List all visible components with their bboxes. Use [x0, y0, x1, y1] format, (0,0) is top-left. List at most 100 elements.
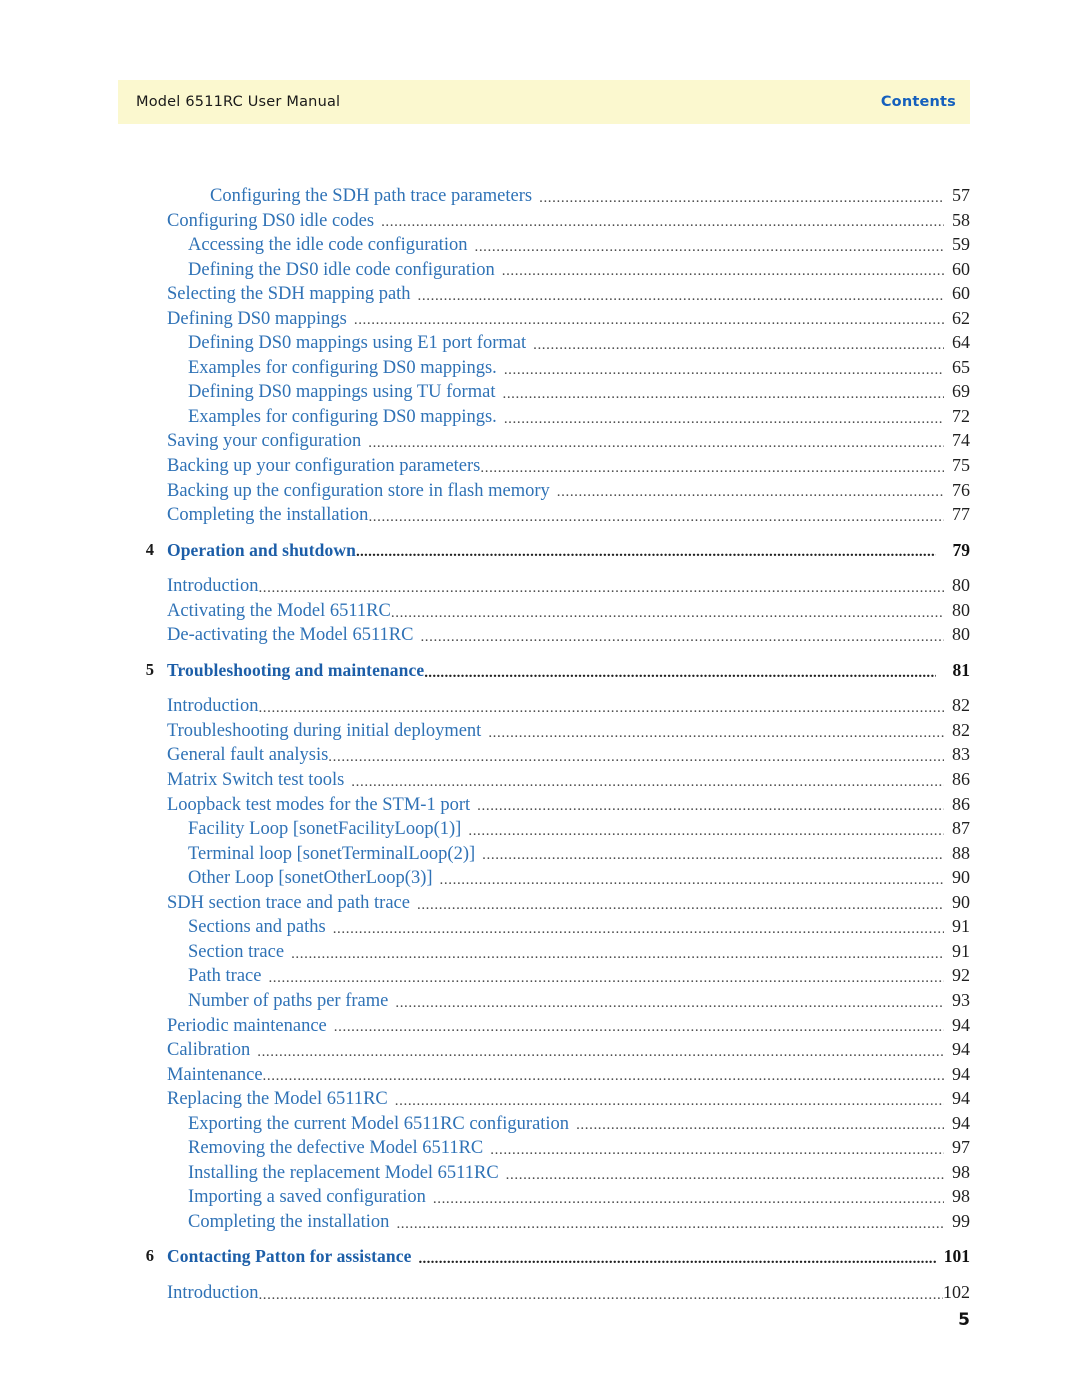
toc-page-number[interactable]: 80	[944, 600, 970, 621]
toc-entry-label[interactable]: Backing up the configuration store in fl…	[118, 481, 557, 502]
toc-entry-label[interactable]: Saving your configuration	[118, 431, 368, 452]
toc-entry-label[interactable]: Contacting Patton for assistance	[118, 1246, 418, 1267]
toc-entry-row[interactable]: Backing up the configuration store in fl…	[118, 480, 970, 505]
toc-entry-label[interactable]: Examples for configuring DS0 mappings.	[118, 407, 504, 428]
toc-page-number[interactable]: 94	[944, 1064, 970, 1085]
toc-entry-row[interactable]: Maintenance 94	[118, 1064, 970, 1089]
toc-page-number[interactable]: 83	[944, 744, 970, 765]
toc-entry-row[interactable]: Importing a saved configuration 98	[118, 1186, 970, 1211]
toc-entry-label[interactable]: Loopback test modes for the STM-1 port	[118, 795, 477, 816]
toc-entry-row[interactable]: Completing the installation 77	[118, 504, 970, 529]
toc-entry-row[interactable]: Defining DS0 mappings 62	[118, 308, 970, 333]
toc-entry-label[interactable]: Defining DS0 mappings	[118, 309, 354, 330]
toc-page-number[interactable]: 92	[944, 965, 970, 986]
toc-entry-label[interactable]: Exporting the current Model 6511RC confi…	[118, 1114, 576, 1135]
toc-page-number[interactable]: 91	[944, 941, 970, 962]
toc-entry-label[interactable]: Section trace	[118, 942, 291, 963]
toc-page-number[interactable]: 94	[944, 1088, 970, 1109]
toc-page-number[interactable]: 90	[944, 892, 970, 913]
toc-entry-row[interactable]: Examples for configuring DS0 mappings. 72	[118, 406, 970, 431]
toc-entry-row[interactable]: Terminal loop [sonetTerminalLoop(2)] 88	[118, 843, 970, 868]
toc-page-number[interactable]: 91	[944, 916, 970, 937]
toc-page-number[interactable]: 75	[944, 455, 970, 476]
toc-page-number[interactable]: 88	[944, 843, 970, 864]
toc-page-number[interactable]: 94	[944, 1113, 970, 1134]
toc-page-number[interactable]: 58	[944, 210, 970, 231]
toc-page-number[interactable]: 80	[944, 624, 970, 645]
toc-page-number[interactable]: 86	[944, 794, 970, 815]
toc-page-number[interactable]: 76	[944, 480, 970, 501]
toc-page-number[interactable]: 64	[944, 332, 970, 353]
toc-page-number[interactable]: 62	[944, 308, 970, 329]
toc-entry-row[interactable]: Path trace 92	[118, 965, 970, 990]
toc-entry-label[interactable]: Replacing the Model 6511RC	[118, 1089, 395, 1110]
toc-entry-label[interactable]: Completing the installation	[118, 1212, 396, 1233]
toc-entry-row[interactable]: Introduction 82	[118, 695, 970, 720]
toc-page-number[interactable]: 82	[944, 720, 970, 741]
toc-page-number[interactable]: 69	[944, 381, 970, 402]
toc-entry-label[interactable]: Introduction	[118, 576, 258, 597]
toc-page-number[interactable]: 77	[944, 504, 970, 525]
toc-entry-row[interactable]: Configuring the SDH path trace parameter…	[118, 185, 970, 210]
toc-entry-row[interactable]: General fault analysis 83	[118, 744, 970, 769]
toc-page-number[interactable]: 99	[944, 1211, 970, 1232]
toc-page-number[interactable]: 102	[943, 1282, 970, 1303]
toc-entry-label[interactable]: Number of paths per frame	[118, 991, 395, 1012]
toc-entry-row[interactable]: SDH section trace and path trace 90	[118, 892, 970, 917]
toc-entry-row[interactable]: De-activating the Model 6511RC 80	[118, 624, 970, 649]
toc-entry-label[interactable]: Other Loop [sonetOtherLoop(3)]	[118, 868, 440, 889]
toc-entry-row[interactable]: Defining DS0 mappings using TU format 69	[118, 381, 970, 406]
toc-entry-row[interactable]: Loopback test modes for the STM-1 port 86	[118, 794, 970, 819]
toc-entry-row[interactable]: Removing the defective Model 6511RC 97	[118, 1137, 970, 1162]
toc-page-number[interactable]: 60	[944, 259, 970, 280]
toc-entry-label[interactable]: General fault analysis	[118, 745, 328, 766]
toc-page-number[interactable]: 57	[944, 185, 970, 206]
toc-entry-row[interactable]: Number of paths per frame 93	[118, 990, 970, 1015]
toc-entry-row[interactable]: Configuring DS0 idle codes 58	[118, 210, 970, 235]
toc-page-number[interactable]: 90	[944, 867, 970, 888]
toc-page-number[interactable]: 101	[936, 1246, 970, 1267]
toc-page-number[interactable]: 94	[944, 1015, 970, 1036]
toc-entry-row[interactable]: Defining DS0 mappings using E1 port form…	[118, 332, 970, 357]
toc-entry-row[interactable]: Activating the Model 6511RC 80	[118, 600, 970, 625]
toc-page-number[interactable]: 98	[944, 1162, 970, 1183]
toc-entry-label[interactable]: Sections and paths	[118, 917, 333, 938]
toc-entry-row[interactable]: Other Loop [sonetOtherLoop(3)] 90	[118, 867, 970, 892]
toc-page-number[interactable]: 97	[944, 1137, 970, 1158]
toc-page-number[interactable]: 87	[944, 818, 970, 839]
toc-entry-label[interactable]: Facility Loop [sonetFacilityLoop(1)]	[118, 819, 468, 840]
toc-chapter-row[interactable]: 4Operation and shutdown79	[118, 540, 970, 565]
toc-entry-label[interactable]: Removing the defective Model 6511RC	[118, 1138, 490, 1159]
toc-entry-row[interactable]: Backing up your configuration parameters…	[118, 455, 970, 480]
toc-entry-row[interactable]: Sections and paths 91	[118, 916, 970, 941]
toc-page-number[interactable]: 79	[936, 540, 971, 561]
toc-chapter-row[interactable]: 5Troubleshooting and maintenance 81	[118, 660, 970, 685]
toc-entry-label[interactable]: Maintenance	[118, 1065, 263, 1086]
toc-entry-row[interactable]: Replacing the Model 6511RC 94	[118, 1088, 970, 1113]
toc-page-number[interactable]: 72	[944, 406, 970, 427]
toc-page-number[interactable]: 94	[944, 1039, 970, 1060]
toc-entry-label[interactable]: Configuring DS0 idle codes	[118, 211, 381, 232]
toc-entry-row[interactable]: Facility Loop [sonetFacilityLoop(1)] 87	[118, 818, 970, 843]
toc-entry-row[interactable]: Matrix Switch test tools 86	[118, 769, 970, 794]
toc-entry-row[interactable]: Introduction 80	[118, 575, 970, 600]
toc-entry-label[interactable]: De-activating the Model 6511RC	[118, 625, 420, 646]
toc-entry-row[interactable]: Troubleshooting during initial deploymen…	[118, 720, 970, 745]
toc-entry-label[interactable]: Configuring the SDH path trace parameter…	[118, 186, 539, 207]
toc-chapter-row[interactable]: 6Contacting Patton for assistance 101	[118, 1246, 970, 1271]
toc-entry-label[interactable]: Path trace	[118, 966, 268, 987]
toc-page-number[interactable]: 98	[944, 1186, 970, 1207]
toc-entry-row[interactable]: Introduction 102	[118, 1282, 970, 1307]
toc-entry-row[interactable]: Completing the installation 99	[118, 1211, 970, 1236]
toc-entry-row[interactable]: Accessing the idle code configuration 59	[118, 234, 970, 259]
toc-entry-row[interactable]: Defining the DS0 idle code configuration…	[118, 259, 970, 284]
toc-entry-row[interactable]: Examples for configuring DS0 mappings. 65	[118, 357, 970, 382]
toc-entry-label[interactable]: Completing the installation	[118, 505, 368, 526]
toc-entry-label[interactable]: Backing up your configuration parameters	[118, 456, 480, 477]
toc-entry-label[interactable]: Selecting the SDH mapping path	[118, 284, 418, 305]
toc-page-number[interactable]: 60	[944, 283, 970, 304]
toc-entry-label[interactable]: Calibration	[118, 1040, 257, 1061]
toc-page-number[interactable]: 81	[936, 660, 971, 681]
toc-entry-row[interactable]: Installing the replacement Model 6511RC 9…	[118, 1162, 970, 1187]
toc-entry-label[interactable]: Terminal loop [sonetTerminalLoop(2)]	[118, 844, 482, 865]
